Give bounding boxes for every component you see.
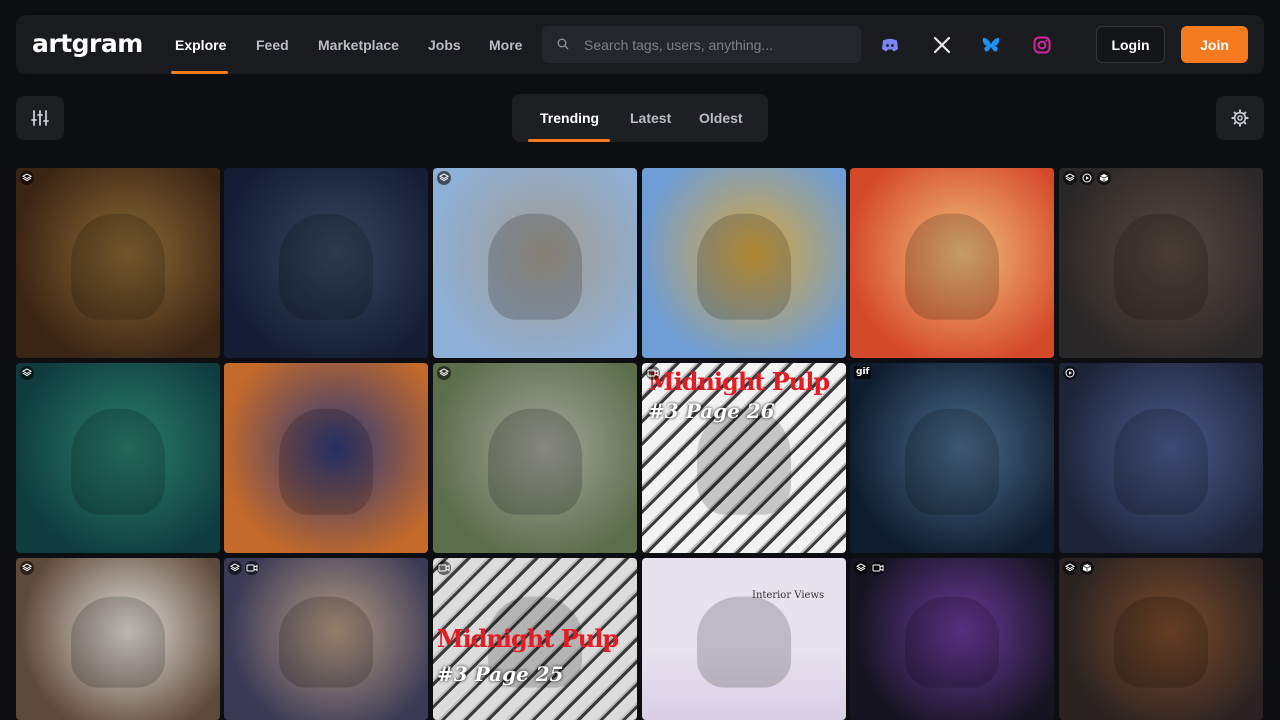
- artwork-subject: [71, 213, 165, 320]
- artwork-tile[interactable]: [16, 168, 220, 358]
- layers-icon: [20, 366, 34, 380]
- nav-marketplace[interactable]: Marketplace: [318, 37, 399, 53]
- artwork-tile[interactable]: Midnight Pulp #3 Page 26: [642, 363, 846, 553]
- artwork-tile[interactable]: [16, 363, 220, 553]
- artwork-tile[interactable]: [850, 168, 1054, 358]
- search-input[interactable]: [584, 26, 854, 63]
- artwork-subject: [488, 408, 582, 515]
- artwork-tile[interactable]: [224, 558, 428, 720]
- layers-icon: [437, 171, 451, 185]
- artwork-subject: [905, 596, 999, 688]
- instagram-icon[interactable]: [1032, 35, 1052, 55]
- search-box: [542, 26, 861, 63]
- gear-icon: [1231, 109, 1249, 127]
- artwork-tile[interactable]: Interior Views: [642, 558, 846, 720]
- artwork-caption: Interior Views: [752, 590, 825, 601]
- nav-explore[interactable]: Explore: [175, 37, 226, 53]
- sort-tabs: Trending Latest Oldest: [512, 94, 768, 142]
- artwork-badges: [20, 561, 34, 575]
- artwork-tile[interactable]: [224, 363, 428, 553]
- artwork-subject: [1114, 408, 1208, 515]
- artwork-tile[interactable]: [1059, 558, 1263, 720]
- artwork-subject: [488, 213, 582, 320]
- comic-title: Midnight Pulp: [437, 624, 619, 653]
- artwork-tile[interactable]: [433, 363, 637, 553]
- artwork-subject: [697, 596, 791, 688]
- artwork-tile[interactable]: [1059, 363, 1263, 553]
- artwork-tile[interactable]: [433, 168, 637, 358]
- artwork-badges: [854, 561, 885, 575]
- artwork-tile[interactable]: [850, 558, 1054, 720]
- artwork-subject: [1114, 596, 1208, 688]
- artwork-subject: [697, 213, 791, 320]
- artwork-subject: [71, 408, 165, 515]
- comic-title: Midnight Pulp: [648, 367, 830, 396]
- video-icon: [871, 561, 885, 575]
- artwork-subject: [697, 408, 791, 515]
- artwork-badges: [1063, 171, 1111, 185]
- layers-icon: [854, 561, 868, 575]
- video-icon: [437, 561, 451, 575]
- tab-oldest[interactable]: Oldest: [699, 110, 743, 126]
- discord-icon[interactable]: [880, 35, 900, 55]
- nav-feed[interactable]: Feed: [256, 37, 289, 53]
- gif-badge: gif: [854, 366, 872, 379]
- artwork-tile[interactable]: [224, 168, 428, 358]
- artwork-tile[interactable]: gif: [850, 363, 1054, 553]
- tab-latest[interactable]: Latest: [630, 110, 671, 126]
- artwork-badges: [646, 366, 660, 380]
- top-nav: artgram Explore Feed Marketplace Jobs Mo…: [16, 15, 1264, 74]
- login-button[interactable]: Login: [1096, 26, 1165, 63]
- artwork-subject: [1114, 213, 1208, 320]
- artwork-badges: [1063, 366, 1077, 380]
- artwork-badges: [20, 171, 34, 185]
- play-icon: [1063, 366, 1077, 380]
- artwork-tile[interactable]: [16, 558, 220, 720]
- artwork-badges: [437, 366, 451, 380]
- video-icon: [646, 366, 660, 380]
- artwork-tile[interactable]: [642, 168, 846, 358]
- x-icon[interactable]: [932, 35, 952, 55]
- layers-icon: [228, 561, 242, 575]
- artwork-tile[interactable]: [1059, 168, 1263, 358]
- artwork-badges: [20, 366, 34, 380]
- sort-active-indicator: [528, 139, 610, 142]
- tab-trending[interactable]: Trending: [540, 110, 599, 126]
- cube-icon: [1080, 561, 1094, 575]
- bluesky-icon[interactable]: [981, 35, 1001, 55]
- layers-icon: [1063, 561, 1077, 575]
- layers-icon: [1063, 171, 1077, 185]
- layers-icon: [20, 171, 34, 185]
- artwork-badges: gif: [854, 366, 872, 379]
- play-icon: [1080, 171, 1094, 185]
- artwork-subject: [279, 596, 373, 688]
- comic-subtitle: #3 Page 25: [437, 662, 564, 686]
- sliders-icon: [31, 110, 49, 126]
- logo[interactable]: artgram: [32, 29, 143, 58]
- cube-icon: [1097, 171, 1111, 185]
- settings-button[interactable]: [1216, 96, 1264, 140]
- artwork-subject: [905, 213, 999, 320]
- artwork-tile[interactable]: Midnight Pulp #3 Page 25: [433, 558, 637, 720]
- artwork-subject: [71, 596, 165, 688]
- join-button[interactable]: Join: [1181, 26, 1248, 63]
- filter-button[interactable]: [16, 96, 64, 140]
- artwork-badges: [228, 561, 259, 575]
- search-icon: [557, 38, 569, 50]
- comic-subtitle: #3 Page 26: [648, 399, 775, 423]
- artwork-badges: [1063, 561, 1094, 575]
- artwork-subject: [905, 408, 999, 515]
- nav-more[interactable]: More: [489, 37, 522, 53]
- layers-icon: [20, 561, 34, 575]
- nav-jobs[interactable]: Jobs: [428, 37, 461, 53]
- video-icon: [245, 561, 259, 575]
- nav-active-indicator: [171, 71, 228, 74]
- artwork-subject: [279, 213, 373, 320]
- artwork-badges: [437, 171, 451, 185]
- artwork-badges: [437, 561, 451, 575]
- artwork-subject: [279, 408, 373, 515]
- layers-icon: [437, 366, 451, 380]
